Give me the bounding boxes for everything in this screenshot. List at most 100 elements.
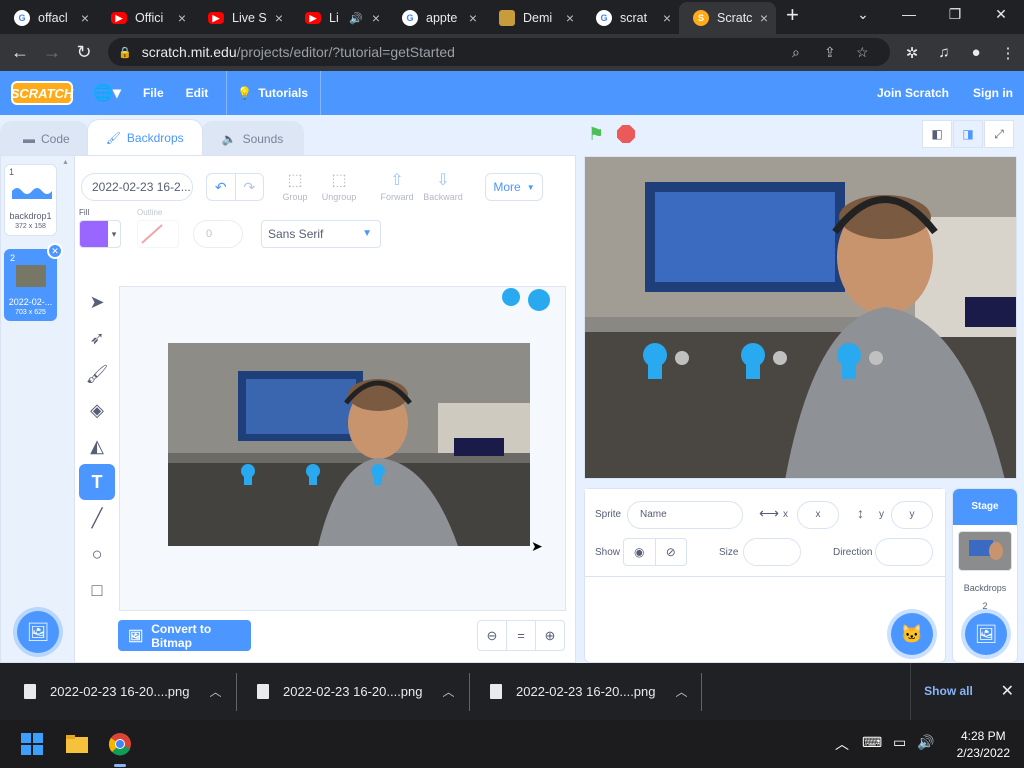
outline-width-input[interactable]: 0 — [193, 220, 243, 248]
close-tab-icon[interactable]: × — [372, 10, 380, 26]
close-tab-icon[interactable]: × — [275, 10, 283, 26]
chevron-up-icon[interactable]: ︿ — [443, 683, 455, 700]
costume-name-input[interactable]: 2022-02-23 16-2... — [81, 173, 193, 201]
chrome-icon[interactable] — [108, 732, 132, 756]
font-select[interactable]: Sans Serif ▼ — [261, 220, 381, 248]
close-tab-icon[interactable]: × — [469, 10, 477, 26]
x-position-input[interactable]: x — [797, 501, 839, 529]
tutorials-button[interactable]: 💡 Tutorials — [226, 71, 322, 115]
undo-button[interactable]: ↶ — [207, 174, 235, 200]
small-stage-button[interactable]: ◧ — [922, 120, 952, 148]
restore-button[interactable]: ❐ — [932, 0, 978, 30]
choose-sprite-button[interactable]: 🐱 — [891, 613, 933, 655]
language-globe-icon[interactable]: 🌐▾ — [93, 83, 121, 103]
paint-canvas[interactable] — [119, 286, 566, 611]
sprite-name-input[interactable]: Name — [627, 501, 743, 529]
delete-backdrop-icon[interactable]: ✕ — [47, 243, 63, 259]
text-tool[interactable]: T — [79, 464, 115, 500]
back-button[interactable]: ← — [4, 42, 36, 63]
bookmark-star-icon[interactable]: ☆ — [856, 44, 869, 61]
browser-tab-active[interactable]: S Scratc × — [679, 2, 776, 34]
select-tool[interactable]: ➤ — [79, 284, 115, 320]
close-tab-icon[interactable]: × — [760, 10, 768, 26]
fullscreen-button[interactable]: ⤢ — [984, 120, 1014, 148]
reload-button[interactable]: ↻ — [68, 42, 100, 63]
forward-button[interactable]: → — [36, 42, 68, 63]
browser-tab[interactable]: ▶ Live S × — [194, 2, 291, 34]
show-all-button[interactable]: Show all — [910, 663, 986, 720]
rectangle-tool[interactable]: □ — [79, 572, 115, 608]
chevron-up-icon[interactable]: ︿ — [676, 683, 688, 700]
share-icon[interactable]: ⇪ — [824, 44, 836, 61]
fill-color-picker[interactable]: ▾ — [79, 220, 121, 248]
system-clock[interactable]: 4:28 PM 2/23/2022 — [957, 728, 1010, 762]
tab-sounds[interactable]: 🔈 Sounds — [200, 121, 305, 155]
outline-color-picker[interactable] — [137, 220, 179, 248]
browser-tab[interactable]: Goffacl × — [0, 2, 97, 34]
redo-button[interactable]: ↷ — [234, 174, 264, 200]
line-tool[interactable]: ╱ — [79, 500, 115, 536]
close-window-button[interactable]: ✕ — [978, 0, 1024, 30]
list-scroll-up-icon[interactable]: ▲ — [62, 159, 69, 166]
new-tab-button[interactable]: + — [786, 2, 799, 28]
close-tab-icon[interactable]: × — [566, 10, 574, 26]
browser-tab[interactable]: Gappte × — [388, 2, 485, 34]
media-icon[interactable]: ♫ — [928, 44, 960, 62]
forward-button[interactable]: ⇧ Forward — [375, 170, 419, 202]
stage[interactable] — [584, 156, 1017, 479]
eraser-tool[interactable]: ◈ — [79, 392, 115, 428]
eye-icon[interactable]: ◉ — [624, 539, 656, 565]
scratch-logo[interactable]: SCRATCH — [11, 81, 73, 105]
backdrop-thumb-selected[interactable]: 2 ✕ 2022-02-... 703 x 625 — [4, 243, 63, 321]
choose-backdrop-stage-button[interactable]: 🖼 — [965, 613, 1007, 655]
download-item[interactable]: 2022-02-23 16-20....png ︿ — [257, 663, 455, 720]
chevron-up-icon[interactable]: ︿ — [210, 683, 222, 700]
convert-to-bitmap-button[interactable]: 🖼 Convert to Bitmap — [118, 620, 251, 651]
file-menu[interactable]: File — [143, 86, 164, 100]
group-button[interactable]: ⬚ Group — [273, 170, 317, 202]
large-stage-button[interactable]: ◨ — [953, 120, 983, 148]
join-scratch-link[interactable]: Join Scratch — [877, 86, 949, 100]
close-shelf-icon[interactable]: ✕ — [1001, 663, 1014, 720]
circle-tool[interactable]: ○ — [79, 536, 115, 572]
tab-backdrops[interactable]: 🖌 Backdrops — [86, 119, 203, 155]
download-item[interactable]: 2022-02-23 16-20....png ︿ — [24, 663, 222, 720]
edit-menu[interactable]: Edit — [186, 86, 209, 100]
browser-tab[interactable]: ▶ Offici × — [97, 2, 194, 34]
stop-icon[interactable] — [617, 125, 635, 143]
more-button[interactable]: More ▼ — [485, 173, 543, 201]
keyboard-icon[interactable]: ⌨ — [862, 734, 882, 751]
menu-icon[interactable]: ⋮ — [992, 44, 1024, 62]
sign-in-link[interactable]: Sign in — [973, 86, 1013, 100]
volume-icon[interactable]: 🔊 — [917, 734, 934, 751]
zoom-reset-button[interactable]: = — [506, 621, 535, 650]
zoom-icon[interactable]: ⌕ — [792, 44, 800, 61]
display-icon[interactable]: ▭ — [893, 734, 906, 751]
backdrop-thumb[interactable]: 1 backdrop1 372 x 158 — [4, 164, 57, 236]
backward-button[interactable]: ⇩ Backward — [421, 170, 465, 202]
minimize-button[interactable]: — — [886, 0, 932, 30]
y-position-input[interactable]: y — [891, 501, 933, 529]
file-explorer-icon[interactable] — [65, 732, 89, 756]
eye-off-icon[interactable]: ⊘ — [656, 539, 687, 565]
close-tab-icon[interactable]: × — [178, 10, 186, 26]
green-flag-icon[interactable]: ⚑ — [588, 124, 604, 145]
tab-search-icon[interactable]: ⌄ — [840, 0, 886, 30]
reshape-tool[interactable]: ➶ — [79, 320, 115, 356]
fill-tool[interactable]: ◭ — [79, 428, 115, 464]
browser-tab[interactable]: Demi × — [485, 2, 582, 34]
close-tab-icon[interactable]: × — [663, 10, 671, 26]
windows-start-icon[interactable] — [20, 732, 44, 756]
browser-tab[interactable]: Gscrat × — [582, 2, 679, 34]
zoom-out-button[interactable]: ⊖ — [478, 621, 506, 650]
close-tab-icon[interactable]: × — [81, 10, 89, 26]
brush-tool[interactable]: 🖌 — [79, 356, 115, 392]
profile-icon[interactable]: ● — [960, 44, 992, 62]
tab-code[interactable]: ▬ Code — [0, 121, 89, 155]
extensions-icon[interactable]: ✲ — [896, 44, 928, 62]
direction-input[interactable] — [875, 538, 933, 566]
size-input[interactable] — [743, 538, 801, 566]
ungroup-button[interactable]: ⬚ Ungroup — [317, 170, 361, 202]
browser-tab[interactable]: ▶ Li 🔊 × — [291, 2, 388, 34]
chevron-up-icon[interactable]: ︿ — [835, 734, 849, 754]
